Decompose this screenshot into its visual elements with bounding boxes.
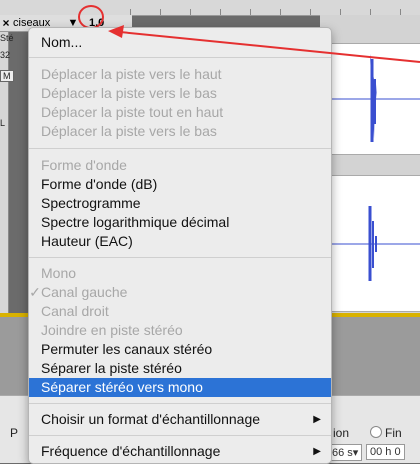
menu-item-name[interactable]: Nom... <box>29 33 331 52</box>
menu-item-label: Mono <box>41 265 77 281</box>
menu-item-move-down: Déplacer la piste vers le bas <box>29 84 331 103</box>
menu-item-label: Déplacer la piste vers le bas <box>41 85 217 101</box>
menu-item-join-stereo: Joindre en piste stéréo <box>29 321 331 340</box>
menu-item-waveform-db[interactable]: Forme d'onde (dB) <box>29 175 331 194</box>
menu-item-sample-format[interactable]: Choisir un format d'échantillonnage ▶ <box>29 410 331 429</box>
submenu-arrow-icon: ▶ <box>313 446 321 457</box>
menu-separator <box>29 148 331 149</box>
menu-item-log-spectrum[interactable]: Spectre logarithmique décimal <box>29 213 331 232</box>
menu-item-mono: Mono <box>29 264 331 283</box>
track-info-bits: 32 <box>0 50 11 60</box>
menu-item-label: Forme d'onde <box>41 157 127 173</box>
waveform-right <box>320 206 420 281</box>
menu-item-move-bottom: Déplacer la piste vers le bas <box>29 122 331 141</box>
menu-separator <box>29 57 331 58</box>
menu-item-label: Spectre logarithmique décimal <box>41 214 230 230</box>
menu-item-swap-channels[interactable]: Permuter les canaux stéréo <box>29 340 331 359</box>
waveform-channel-left[interactable] <box>320 43 420 155</box>
menu-item-move-up: Déplacer la piste vers le haut <box>29 65 331 84</box>
menu-item-label: Déplacer la piste vers le haut <box>41 66 222 82</box>
duration-field[interactable]: 66 s▾ <box>328 444 363 461</box>
menu-separator <box>29 257 331 258</box>
track-info-stereo: Sté <box>0 33 14 43</box>
end-radio[interactable]: Fin <box>370 426 402 440</box>
pan-label: L <box>0 118 6 128</box>
track-context-menu: Nom... Déplacer la piste vers le haut Dé… <box>28 27 332 464</box>
waveform-area[interactable] <box>320 15 420 313</box>
radio-icon[interactable] <box>370 426 382 438</box>
menu-item-label: Déplacer la piste vers le bas <box>41 123 217 139</box>
menu-item-label: Séparer la piste stéréo <box>41 360 182 376</box>
mute-button[interactable]: M <box>0 70 14 82</box>
menu-item-waveform: Forme d'onde <box>29 156 331 175</box>
menu-separator <box>29 435 331 436</box>
annotation-circle <box>78 5 104 29</box>
waveform-left <box>320 54 420 142</box>
menu-item-split-stereo-to-mono[interactable]: Séparer stéréo vers mono <box>29 378 331 397</box>
menu-item-label: Déplacer la piste tout en haut <box>41 104 224 120</box>
close-track-icon[interactable]: × <box>0 16 12 30</box>
end-radio-label: Fin <box>385 426 402 440</box>
menu-item-label: Spectrogramme <box>41 195 141 211</box>
menu-item-right-channel: Canal droit <box>29 302 331 321</box>
menu-item-label: Canal droit <box>41 303 109 319</box>
menu-item-sample-rate[interactable]: Fréquence d'échantillonnage ▶ <box>29 442 331 461</box>
timeline-ruler[interactable] <box>0 0 420 16</box>
menu-item-left-channel: ✓ Canal gauche <box>29 283 331 302</box>
menu-item-label: Joindre en piste stéréo <box>41 322 183 338</box>
end-time-field[interactable]: 00 h 0 <box>366 444 405 460</box>
waveform-channel-right[interactable] <box>320 175 420 312</box>
menu-separator <box>29 403 331 404</box>
menu-item-label: Permuter les canaux stéréo <box>41 341 213 357</box>
menu-item-label: Forme d'onde (dB) <box>41 176 158 192</box>
menu-item-split-stereo[interactable]: Séparer la piste stéréo <box>29 359 331 378</box>
menu-item-label: Hauteur (EAC) <box>41 233 133 249</box>
menu-item-pitch-eac[interactable]: Hauteur (EAC) <box>29 232 331 251</box>
selection-label: ion <box>333 426 350 440</box>
menu-item-label: Fréquence d'échantillonnage <box>41 443 221 459</box>
project-rate-label: P <box>10 426 19 440</box>
menu-item-move-top: Déplacer la piste tout en haut <box>29 103 331 122</box>
menu-item-spectrogram[interactable]: Spectrogramme <box>29 194 331 213</box>
menu-item-label: Choisir un format d'échantillonnage <box>41 411 261 427</box>
submenu-arrow-icon: ▶ <box>313 414 321 425</box>
menu-item-label: Nom... <box>41 34 83 50</box>
checkmark-icon: ✓ <box>29 284 41 300</box>
menu-item-label: Séparer stéréo vers mono <box>41 379 203 395</box>
menu-item-label: Canal gauche <box>41 284 128 300</box>
